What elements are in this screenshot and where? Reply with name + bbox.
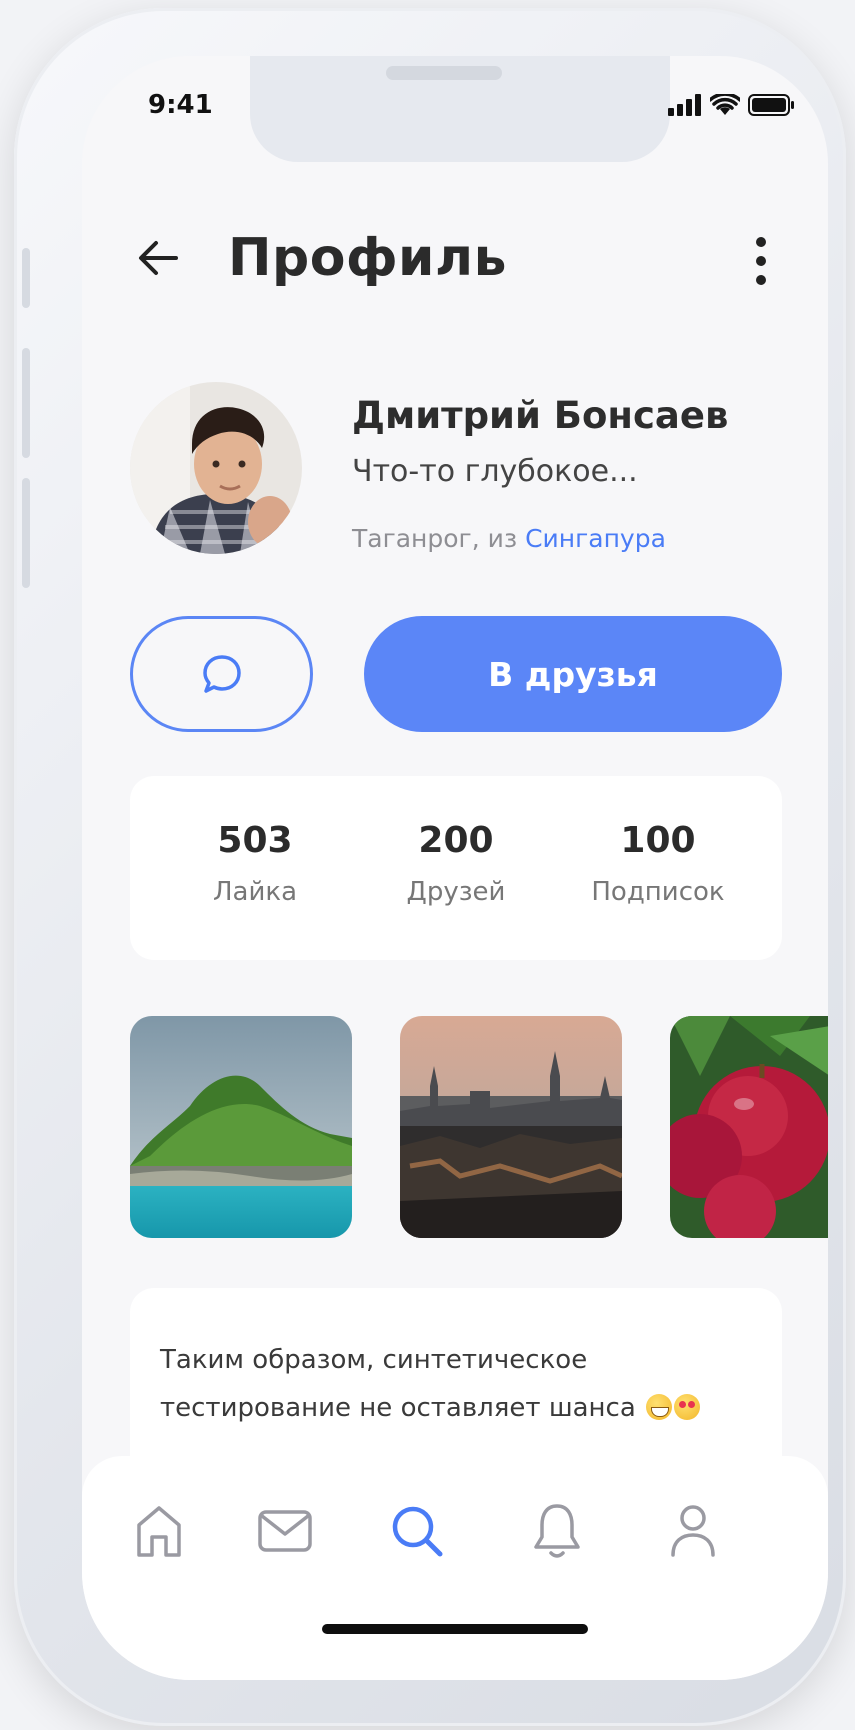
stat-likes[interactable]: 503 Лайка — [155, 820, 355, 907]
stat-friends-label: Друзей — [406, 877, 506, 907]
status-icons — [668, 94, 794, 116]
photo-apple[interactable] — [670, 1016, 828, 1238]
mail-icon — [258, 1510, 312, 1552]
header: Профиль — [82, 206, 828, 356]
search-icon — [392, 1506, 443, 1557]
stats-card: 503 Лайка 200 Друзей 100 Подписок — [130, 776, 782, 960]
stat-subscriptions-value: 100 — [620, 820, 696, 861]
more-options-icon[interactable] — [754, 236, 768, 286]
grin-emoji-icon — [646, 1394, 673, 1420]
speaker — [386, 66, 502, 80]
user-location: Таганрог, из Сингапура — [352, 524, 666, 553]
avatar[interactable] — [130, 382, 302, 554]
tab-bar — [82, 1456, 828, 1680]
heart-eyes-emoji-icon — [674, 1394, 701, 1420]
photo-island[interactable] — [130, 1016, 352, 1238]
user-name: Дмитрий Бонсаев — [352, 394, 729, 437]
message-button[interactable] — [130, 616, 313, 732]
home-icon — [137, 1506, 181, 1557]
tab-messages[interactable] — [250, 1496, 320, 1566]
post-text-line-1: Таким образом, синтетическое — [160, 1345, 588, 1375]
notch — [250, 56, 670, 162]
signal-icon — [668, 94, 701, 116]
user-icon — [671, 1505, 715, 1557]
phone-frame: 9:41 Профиль Дмитрий Бонсаев Что-то глуб… — [14, 8, 846, 1726]
avatar-photo — [130, 382, 302, 554]
stat-friends-value: 200 — [418, 820, 494, 861]
status-time: 9:41 — [148, 90, 213, 120]
stat-subscriptions-label: Подписок — [591, 877, 725, 907]
stat-likes-value: 503 — [217, 820, 293, 861]
page-title: Профиль — [228, 228, 507, 288]
tab-profile[interactable] — [658, 1496, 728, 1566]
side-button-volume-down — [22, 478, 30, 588]
stat-subscriptions[interactable]: 100 Подписок — [558, 820, 758, 907]
photo-apple-image — [670, 1016, 828, 1238]
battery-icon — [748, 94, 794, 116]
location-city: Таганрог, из — [352, 524, 526, 553]
photo-island-image — [130, 1016, 352, 1238]
photo-city[interactable] — [400, 1016, 622, 1238]
photo-city-image — [400, 1016, 622, 1238]
wifi-icon — [710, 94, 740, 115]
post-text: Таким образом, синтетическое тестировани… — [160, 1336, 752, 1432]
screen: 9:41 Профиль Дмитрий Бонсаев Что-то глуб… — [82, 56, 828, 1680]
add-friend-button[interactable]: В друзья — [364, 616, 782, 732]
user-status: Что-то глубокое... — [352, 454, 638, 489]
chat-bubble-icon — [202, 655, 241, 693]
stat-likes-label: Лайка — [212, 877, 298, 907]
back-arrow-icon[interactable] — [136, 236, 180, 280]
stat-friends[interactable]: 200 Друзей — [356, 820, 556, 907]
tab-notifications[interactable] — [522, 1496, 592, 1566]
tab-home[interactable] — [124, 1496, 194, 1566]
side-button-volume-up — [22, 348, 30, 458]
home-indicator[interactable] — [322, 1624, 588, 1634]
bell-icon — [534, 1504, 580, 1558]
side-button-mute — [22, 248, 30, 308]
post-text-line-2: тестирование не оставляет шанса — [160, 1393, 636, 1423]
tab-search[interactable] — [382, 1496, 452, 1566]
location-link[interactable]: Сингапура — [525, 524, 666, 553]
